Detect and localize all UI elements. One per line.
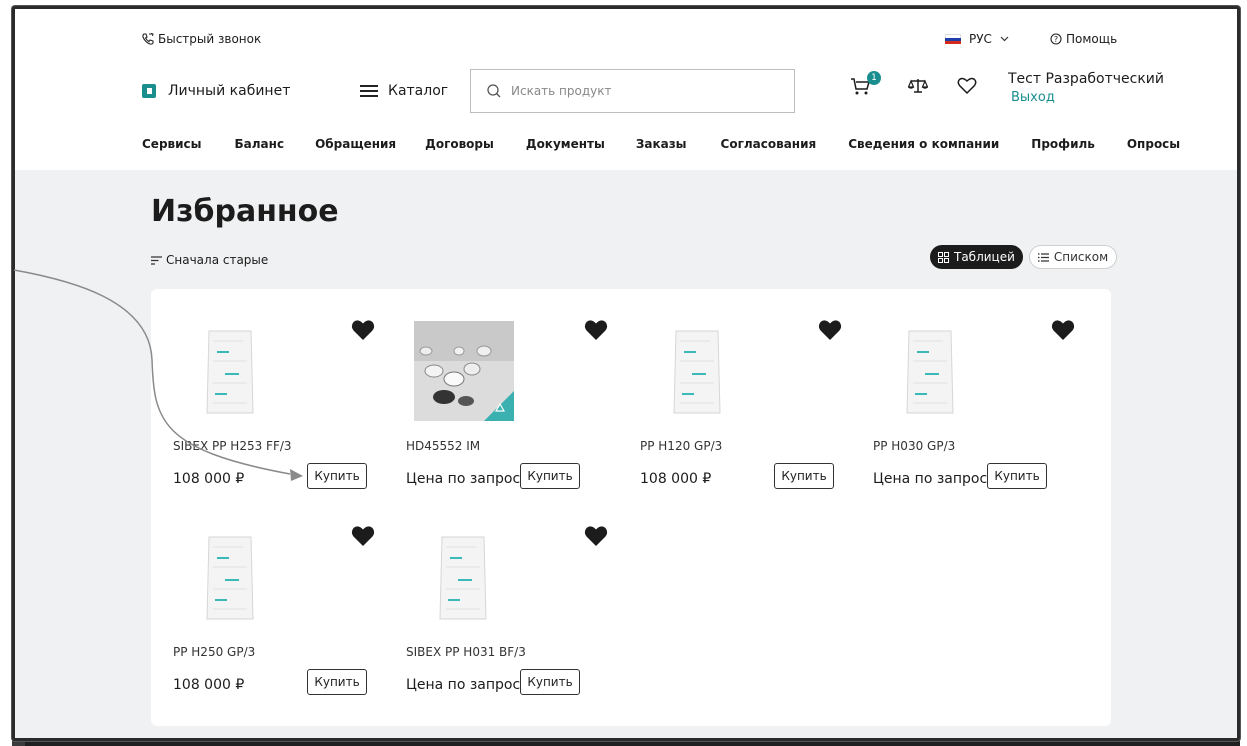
product-name[interactable]: SIBEX PP H031 BF/3 bbox=[406, 645, 526, 659]
buy-button[interactable]: Купить bbox=[520, 669, 580, 695]
help-label: Помощь bbox=[1066, 32, 1118, 46]
main-navigation: Сервисы Баланс Обращения Договоры Докуме… bbox=[142, 137, 1180, 151]
buy-button[interactable]: Купить bbox=[307, 463, 367, 489]
product-bag-image[interactable] bbox=[181, 321, 281, 421]
browser-window: Быстрый звонок РУС ? Помощь Личный кабин… bbox=[12, 6, 1240, 741]
user-block: Тест Разработческий Выход bbox=[1008, 71, 1164, 105]
nav-item-services[interactable]: Сервисы bbox=[142, 137, 202, 151]
language-label: РУС bbox=[969, 32, 992, 46]
site-header: Быстрый звонок РУС ? Помощь Личный кабин… bbox=[15, 9, 1237, 170]
phone-icon bbox=[142, 33, 154, 45]
catalog-label: Каталог bbox=[388, 83, 449, 99]
product-bag-image[interactable] bbox=[414, 527, 514, 627]
buy-button[interactable]: Купить bbox=[987, 463, 1047, 489]
nav-item-requests[interactable]: Обращения bbox=[315, 137, 396, 151]
product-price: Цена по запросу bbox=[406, 471, 529, 487]
buy-button[interactable]: Купить bbox=[307, 669, 367, 695]
chevron-down-icon bbox=[1000, 36, 1009, 42]
heart-filled-icon[interactable] bbox=[584, 319, 608, 341]
product-price: 108 000 ₽ bbox=[173, 677, 245, 693]
list-icon bbox=[1037, 252, 1049, 262]
product-price: 108 000 ₽ bbox=[173, 471, 245, 487]
account-icon bbox=[142, 84, 156, 98]
scales-icon bbox=[908, 79, 928, 93]
help-link[interactable]: ? Помощь bbox=[1050, 32, 1117, 46]
nav-item-contracts[interactable]: Договоры bbox=[425, 137, 494, 151]
nav-item-approvals[interactable]: Согласования bbox=[721, 137, 817, 151]
heart-filled-icon[interactable] bbox=[351, 525, 375, 547]
quick-call-label: Быстрый звонок bbox=[158, 32, 262, 46]
language-selector[interactable]: РУС bbox=[945, 32, 1009, 46]
product-price: Цена по запросу bbox=[406, 677, 529, 693]
question-circle-icon: ? bbox=[1050, 33, 1062, 45]
product-bag-image[interactable] bbox=[648, 321, 748, 421]
compare-button[interactable] bbox=[908, 77, 928, 95]
heart-filled-icon[interactable] bbox=[818, 319, 842, 341]
product-name[interactable]: PP H030 GP/3 bbox=[873, 439, 955, 453]
view-table-label: Таблицей bbox=[954, 250, 1015, 264]
personal-account-link[interactable]: Личный кабинет bbox=[142, 69, 290, 113]
search-icon bbox=[487, 84, 501, 98]
nav-item-profile[interactable]: Профиль bbox=[1031, 137, 1095, 151]
search-placeholder: Искать продукт bbox=[511, 84, 612, 98]
heart-outline-icon bbox=[957, 77, 977, 95]
nav-item-balance[interactable]: Баланс bbox=[235, 137, 285, 151]
cart-count-badge: 1 bbox=[867, 71, 881, 85]
page-title: Избранное bbox=[151, 194, 339, 229]
logout-link[interactable]: Выход bbox=[1008, 90, 1164, 105]
heart-filled-icon[interactable] bbox=[1051, 319, 1075, 341]
nav-item-documents[interactable]: Документы bbox=[526, 137, 605, 151]
product-bag-image[interactable] bbox=[881, 321, 981, 421]
view-toggle: Таблицей Списком bbox=[930, 245, 1118, 269]
product-bag-image[interactable] bbox=[181, 527, 281, 627]
user-name: Тест Разработческий bbox=[1008, 71, 1164, 87]
sort-label: Сначала старые bbox=[166, 253, 269, 267]
product-name[interactable]: SIBEX PP H253 FF/3 bbox=[173, 439, 292, 453]
nav-item-company-info[interactable]: Сведения о компании bbox=[848, 137, 999, 151]
product-price: Цена по запросу bbox=[873, 471, 996, 487]
menu-icon bbox=[360, 85, 378, 97]
quick-call-link[interactable]: Быстрый звонок bbox=[142, 32, 261, 46]
grid-icon bbox=[938, 251, 949, 263]
favorites-grid: SIBEX PP H253 FF/3 108 000 ₽ Купить HD45… bbox=[151, 289, 1111, 726]
nav-item-orders[interactable]: Заказы bbox=[636, 137, 687, 151]
cart-button[interactable]: 1 bbox=[850, 71, 881, 97]
russia-flag-icon bbox=[945, 34, 961, 44]
product-card: SIBEX PP H253 FF/3 108 000 ₽ Купить bbox=[151, 289, 385, 489]
nav-item-surveys[interactable]: Опросы bbox=[1127, 137, 1180, 151]
product-card: HD45552 IM Цена по запросу Купить bbox=[384, 289, 618, 489]
sort-icon bbox=[151, 255, 162, 265]
heart-filled-icon[interactable] bbox=[351, 319, 375, 341]
product-price: 108 000 ₽ bbox=[640, 471, 712, 487]
buy-button[interactable]: Купить bbox=[774, 463, 834, 489]
personal-account-label: Личный кабинет bbox=[168, 83, 291, 99]
search-input[interactable]: Искать продукт bbox=[470, 69, 795, 113]
buy-button[interactable]: Купить bbox=[520, 463, 580, 489]
view-list-button[interactable]: Списком bbox=[1028, 245, 1118, 269]
product-granules-image[interactable] bbox=[414, 321, 514, 421]
product-name[interactable]: PP H250 GP/3 bbox=[173, 645, 255, 659]
product-card: SIBEX PP H031 BF/3 Цена по запросу Купит… bbox=[384, 495, 618, 695]
sort-selector[interactable]: Сначала старые bbox=[151, 253, 268, 267]
catalog-button[interactable]: Каталог bbox=[360, 69, 448, 113]
product-name[interactable]: PP H120 GP/3 bbox=[640, 439, 722, 453]
svg-text:?: ? bbox=[1054, 35, 1058, 44]
favorites-button[interactable] bbox=[957, 77, 977, 95]
product-card: PP H030 GP/3 Цена по запросу Купить bbox=[851, 289, 1085, 489]
view-list-label: Списком bbox=[1053, 250, 1109, 264]
view-table-button[interactable]: Таблицей bbox=[930, 245, 1023, 269]
product-card: PP H250 GP/3 108 000 ₽ Купить bbox=[151, 495, 385, 695]
heart-filled-icon[interactable] bbox=[584, 525, 608, 547]
product-name[interactable]: HD45552 IM bbox=[406, 439, 480, 453]
product-card: PP H120 GP/3 108 000 ₽ Купить bbox=[618, 289, 852, 489]
